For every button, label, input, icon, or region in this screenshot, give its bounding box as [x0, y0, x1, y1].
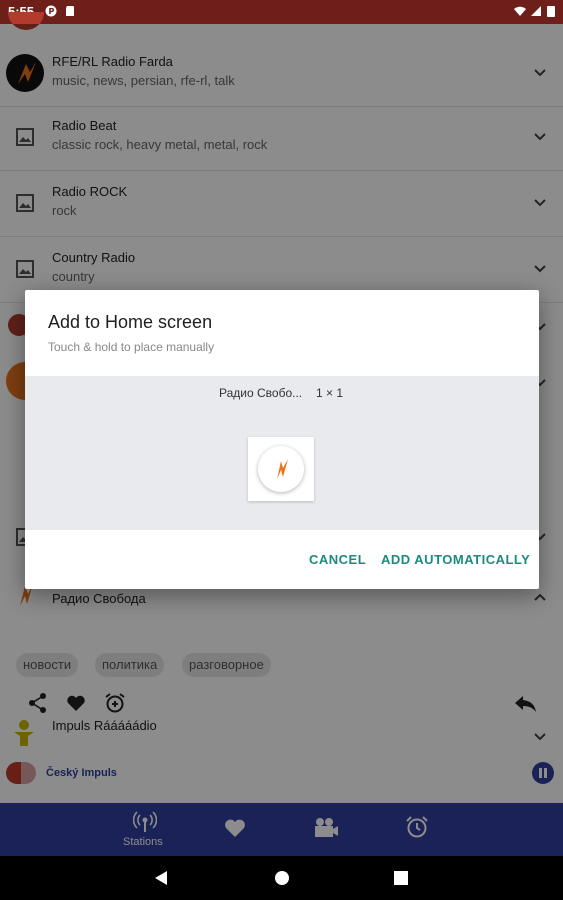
system-navigation-bar [0, 856, 563, 900]
battery-icon [547, 6, 555, 17]
radio-svoboda-logo [277, 459, 288, 479]
recents-square-icon[interactable] [394, 871, 408, 885]
dialog-subtitle: Touch & hold to place manually [48, 340, 215, 354]
add-to-home-dialog: Add to Home screen Touch & hold to place… [25, 290, 539, 589]
add-automatically-button[interactable]: ADD AUTOMATICALLY [381, 552, 530, 567]
status-bar: 5:55 P [0, 0, 563, 24]
signal-icon [531, 6, 541, 16]
svg-text:P: P [49, 7, 55, 16]
widget-shortcut-icon [258, 446, 304, 492]
back-triangle-icon[interactable] [153, 870, 169, 886]
cancel-button[interactable]: CANCEL [309, 552, 366, 567]
widget-preview[interactable] [248, 437, 314, 501]
sd-card-icon [66, 6, 74, 16]
app-notification-icon: P [45, 5, 57, 17]
widget-name: Радио Свобо... [219, 386, 303, 400]
dialog-title: Add to Home screen [48, 312, 213, 332]
widget-size: 1 × 1 [316, 386, 344, 400]
home-circle-icon[interactable] [274, 870, 290, 886]
wifi-icon [514, 6, 526, 16]
